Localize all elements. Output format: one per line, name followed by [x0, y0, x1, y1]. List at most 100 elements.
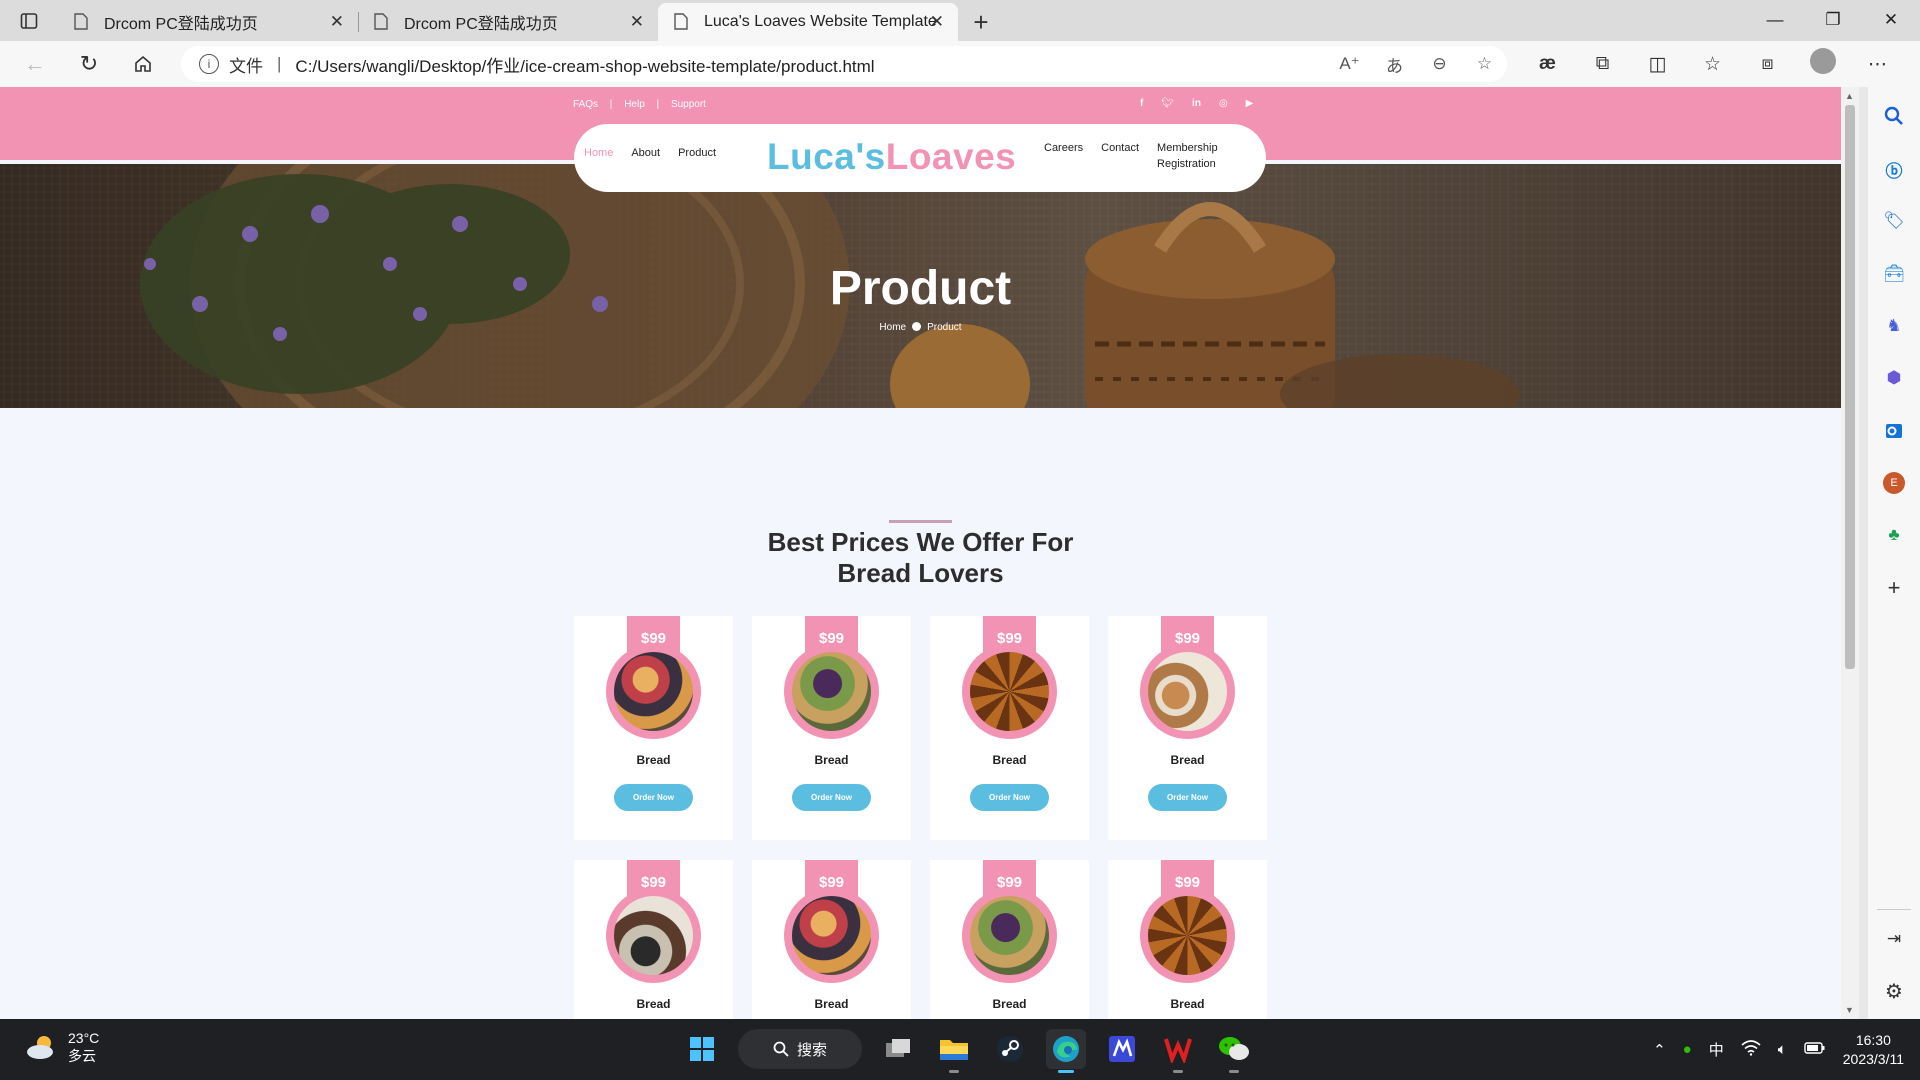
faqs-link[interactable]: FAQs [573, 99, 598, 110]
weather-condition: 多云 [68, 1048, 96, 1064]
hide-sidebar-icon[interactable]: ⇥ [1879, 924, 1909, 954]
url-text[interactable]: C:/Users/wangli/Desktop/作业/ice-cream-sho… [295, 52, 874, 77]
product-name: Bread [814, 997, 849, 1011]
close-window-icon[interactable]: ✕ [1862, 0, 1920, 40]
e-extension-icon[interactable]: E [1879, 468, 1909, 498]
collections-icon[interactable]: ⧈ [1740, 53, 1795, 75]
nav-careers[interactable]: Careers [1044, 140, 1083, 172]
order-now-button[interactable]: Order Now [970, 784, 1049, 811]
product-name: Bread [1170, 997, 1205, 1011]
linkedin-icon[interactable]: in [1192, 98, 1201, 109]
tray-overflow-chevron-icon[interactable]: ⌃ [1653, 1041, 1666, 1059]
steam-icon[interactable] [990, 1029, 1030, 1069]
tab-close-icon[interactable]: ✕ [330, 12, 344, 32]
tab-close-icon[interactable]: ✕ [930, 12, 944, 32]
tab-close-icon[interactable]: ✕ [630, 12, 644, 32]
task-view-icon[interactable] [878, 1029, 918, 1069]
system-tray: ⌃ ● 中 🔈︎ 16:30 2023/3/11 [1653, 1019, 1920, 1080]
search-icon[interactable] [1879, 101, 1909, 131]
page-icon [74, 13, 88, 35]
tab-title: Drcom PC登陆成功页 [404, 16, 558, 33]
edge-browser-icon[interactable] [1046, 1029, 1086, 1073]
breadcrumb-home[interactable]: Home [879, 322, 906, 333]
tab-title: Luca's Loaves Website Template [704, 13, 937, 30]
translate-icon[interactable]: あ [1372, 52, 1417, 77]
order-now-button[interactable]: Order Now [614, 784, 693, 811]
office-icon[interactable]: ⬢ [1879, 363, 1909, 393]
back-icon[interactable]: ← [8, 41, 62, 87]
tree-icon[interactable]: ♣ [1879, 520, 1909, 550]
page-icon [374, 13, 388, 35]
window-controls: — ❐ ✕ [1746, 0, 1920, 40]
windows-start-icon[interactable] [682, 1029, 722, 1069]
weather-widget[interactable]: 23°C 多云 [24, 1029, 99, 1065]
tab-actions-icon[interactable] [0, 0, 58, 41]
browser-tab-active[interactable]: Luca's Loaves Website Template ✕ [658, 3, 958, 41]
split-screen-icon[interactable]: ◫ [1630, 53, 1685, 76]
facebook-icon[interactable]: f [1140, 98, 1143, 109]
settings-gear-icon[interactable]: ⚙ [1879, 976, 1909, 1006]
order-now-button[interactable]: Order Now [792, 784, 871, 811]
restore-icon[interactable]: ❐ [1804, 0, 1862, 40]
games-icon[interactable]: ♞ [1879, 311, 1909, 341]
product-name: Bread [814, 753, 849, 767]
info-icon[interactable]: i [199, 54, 219, 74]
file-explorer-icon[interactable] [934, 1029, 974, 1073]
battery-icon[interactable] [1804, 1041, 1826, 1059]
wps-office-icon[interactable] [1158, 1029, 1198, 1073]
add-sidebar-app-icon[interactable]: + [1879, 573, 1909, 603]
more-menu-icon[interactable]: ⋯ [1850, 53, 1905, 76]
taskbar-search[interactable]: 搜索 [738, 1029, 862, 1069]
extension-ae-icon[interactable]: æ [1520, 53, 1575, 75]
help-link[interactable]: Help [624, 99, 645, 110]
wechat-icon[interactable] [1214, 1029, 1254, 1073]
product-card: $99 Bread [930, 860, 1089, 1019]
app-m-icon[interactable] [1102, 1029, 1142, 1069]
home-icon[interactable] [116, 41, 170, 87]
bread-image [614, 652, 693, 731]
read-aloud-icon[interactable]: A⁺ [1327, 54, 1372, 74]
nav-product[interactable]: Product [678, 147, 716, 159]
product-name: Bread [1170, 753, 1205, 767]
site-logo[interactable]: Luca'sLoaves [767, 136, 1016, 178]
new-tab-button[interactable]: + [958, 3, 1004, 41]
wechat-tray-icon[interactable]: ● [1683, 1041, 1692, 1058]
section-divider [889, 520, 952, 523]
add-favorite-icon[interactable]: ☆ [1462, 54, 1507, 74]
page-scrollbar[interactable]: ▲ ▼ [1841, 87, 1859, 1019]
ime-indicator[interactable]: 中 [1709, 1039, 1724, 1060]
browser-tab[interactable]: Drcom PC登陆成功页 ✕ [358, 3, 658, 41]
zoom-out-icon[interactable]: ⊖ [1417, 54, 1462, 74]
bing-chat-icon[interactable]: ⓑ [1879, 154, 1909, 184]
wifi-icon[interactable] [1741, 1039, 1761, 1060]
scroll-down-icon[interactable]: ▼ [1845, 1005, 1854, 1015]
scroll-up-icon[interactable]: ▲ [1845, 91, 1854, 101]
nav-home[interactable]: Home [584, 147, 613, 159]
file-scheme-label: 文件 [229, 56, 263, 76]
address-bar[interactable]: i 文件 | C:/Users/wangli/Desktop/作业/ice-cr… [181, 46, 1507, 82]
refresh-icon[interactable]: ↻ [62, 41, 116, 87]
product-name: Bread [992, 997, 1027, 1011]
main-navigation: Home About Product Luca'sLoaves Careers … [574, 124, 1266, 192]
scroll-thumb[interactable] [1845, 105, 1855, 669]
extensions-icon[interactable]: ⧉ [1575, 53, 1630, 75]
nav-membership-registration[interactable]: Membership Registration [1157, 140, 1218, 172]
outlook-icon[interactable] [1879, 416, 1909, 446]
shopping-tag-icon[interactable]: 🏷︎ [1879, 206, 1909, 236]
product-card: $99 Bread Order Now [752, 616, 911, 840]
favorites-icon[interactable]: ☆ [1685, 53, 1740, 76]
youtube-icon[interactable]: ▶ [1246, 98, 1254, 109]
tools-icon[interactable]: 🧰︎ [1879, 259, 1909, 289]
twitter-icon[interactable]: 🐦︎ [1161, 98, 1174, 109]
profile-avatar[interactable] [1795, 48, 1850, 80]
minimize-icon[interactable]: — [1746, 0, 1804, 40]
instagram-icon[interactable]: ◎ [1219, 98, 1228, 109]
breadcrumb-dot [912, 322, 922, 331]
nav-contact[interactable]: Contact [1101, 140, 1139, 172]
browser-tab[interactable]: Drcom PC登陆成功页 ✕ [58, 3, 358, 41]
order-now-button[interactable]: Order Now [1148, 784, 1227, 811]
nav-about[interactable]: About [631, 147, 660, 159]
clock[interactable]: 16:30 2023/3/11 [1843, 1031, 1904, 1069]
volume-icon[interactable]: 🔈︎ [1778, 1041, 1787, 1058]
support-link[interactable]: Support [671, 99, 706, 110]
